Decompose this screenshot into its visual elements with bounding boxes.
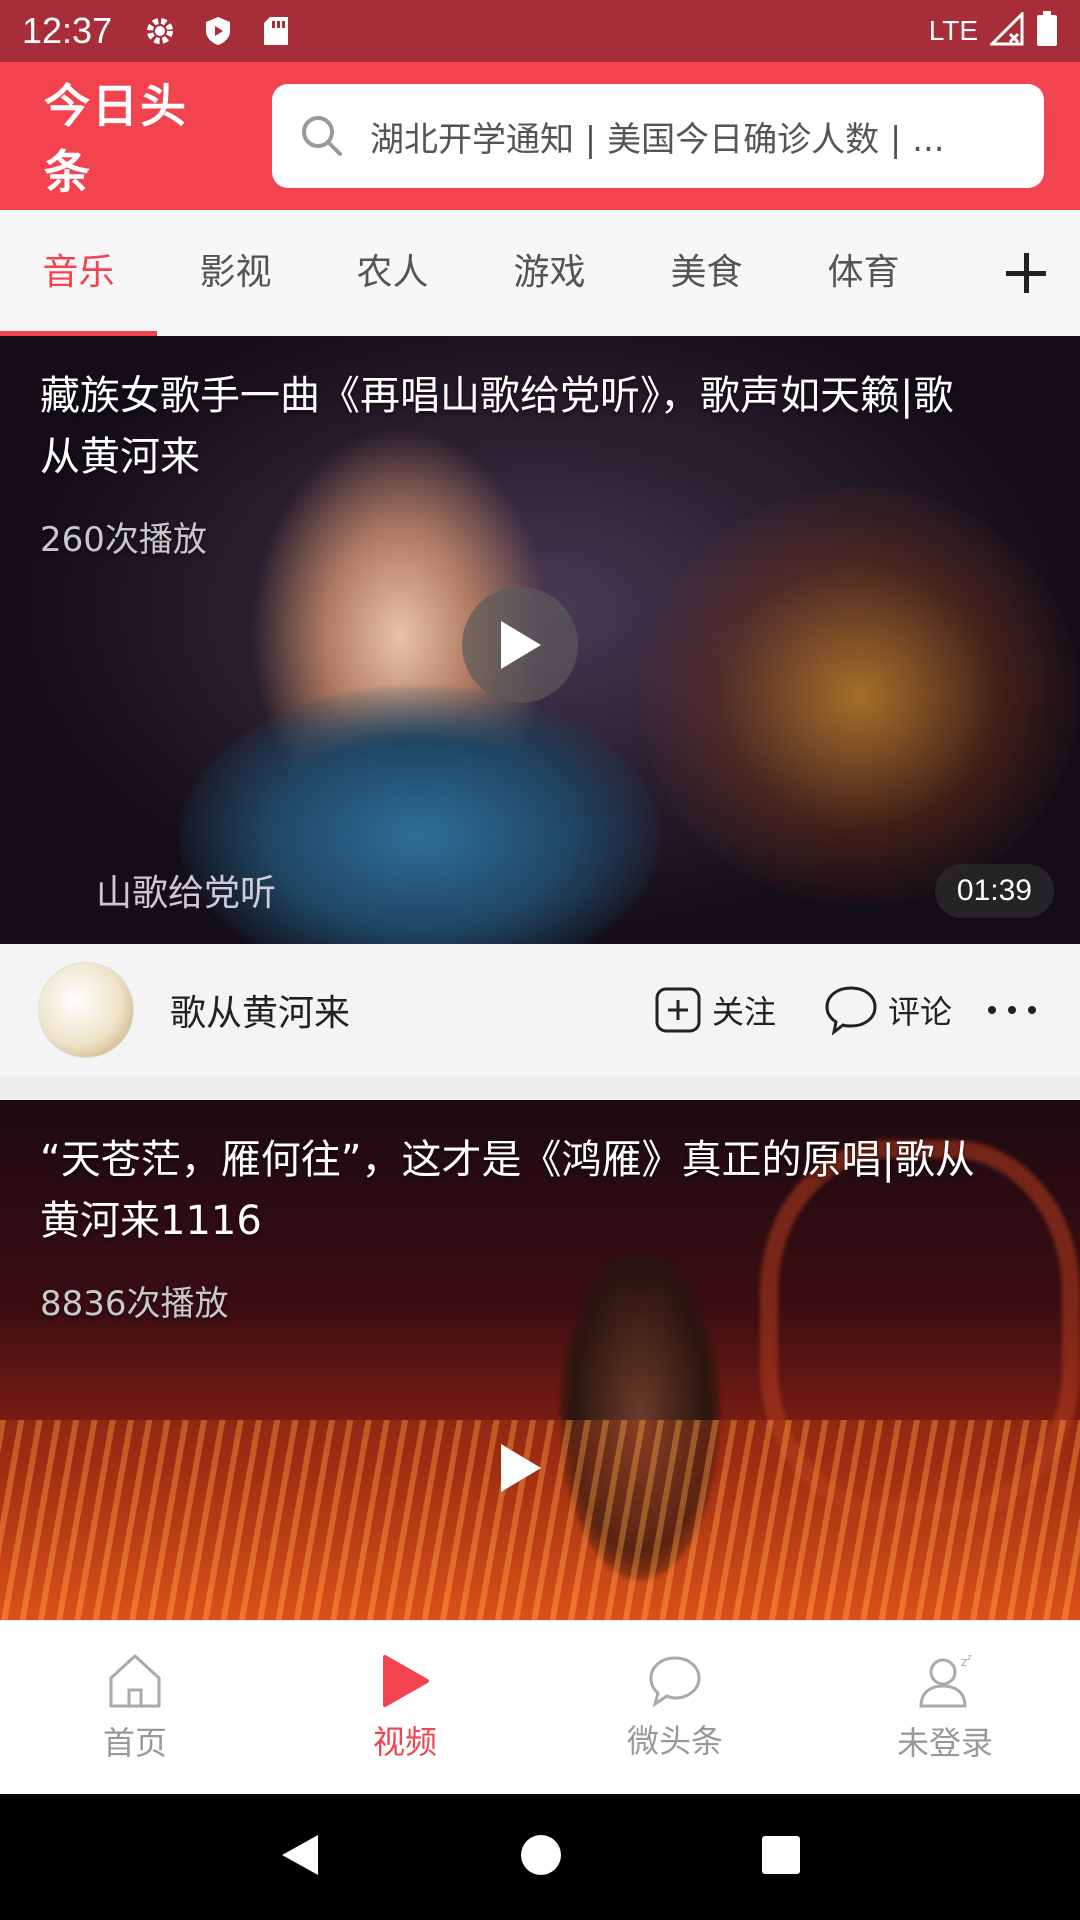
- recents-icon[interactable]: [760, 1834, 802, 1880]
- stage-light: [640, 486, 1080, 906]
- app-header: 今日头条 湖北开学通知 | 美国今日确诊人数 | ...: [0, 62, 1080, 210]
- svg-text:z: z: [967, 1653, 972, 1663]
- video-card-2[interactable]: “天苍茫，雁何往”，这才是《鸿雁》真正的原唱|歌从黄河来1116 8836次播放: [0, 1100, 1080, 1620]
- plus-box-icon: [655, 987, 701, 1033]
- tab-farmer[interactable]: 农人: [314, 210, 471, 336]
- follow-label: 关注: [711, 993, 776, 1031]
- tab-music[interactable]: 音乐: [0, 210, 157, 336]
- tab-sports[interactable]: 体育: [785, 210, 942, 336]
- divider: [0, 1076, 1080, 1100]
- nav-micro-headlines[interactable]: 微头条: [540, 1621, 810, 1794]
- plus-icon[interactable]: [1002, 249, 1050, 297]
- card-actions: 关注 评论: [654, 984, 1042, 1036]
- status-time: 12:37: [22, 10, 113, 51]
- system-navigation: [0, 1794, 1080, 1920]
- nav-label: 微头条: [626, 1721, 723, 1760]
- network-type: LTE: [928, 15, 978, 46]
- search-bar[interactable]: 湖北开学通知 | 美国今日确诊人数 | ...: [272, 84, 1044, 188]
- video-play-icon: [383, 1654, 429, 1707]
- follow-button[interactable]: 关注: [654, 986, 776, 1034]
- nav-label: 视频: [372, 1722, 437, 1761]
- gear-icon: [142, 13, 178, 49]
- play-icon: [501, 1444, 541, 1492]
- nav-profile[interactable]: zz 未登录: [810, 1621, 1080, 1794]
- search-icon: [300, 114, 344, 158]
- comment-icon: [825, 986, 877, 1036]
- shield-icon: [200, 13, 236, 49]
- video-duration: 01:39: [934, 864, 1054, 918]
- tab-film[interactable]: 影视: [157, 210, 314, 336]
- bottom-navigation: 首页 视频 微头条 zz 未登录: [0, 1620, 1080, 1794]
- search-placeholder: 湖北开学通知 | 美国今日确诊人数 | ...: [370, 119, 945, 160]
- nav-label: 未登录: [896, 1723, 993, 1762]
- comment-label: 评论: [887, 993, 952, 1031]
- avatar[interactable]: [38, 962, 134, 1058]
- sd-card-icon: [258, 13, 294, 49]
- video-title: 藏族女歌手一曲《再唱山歌给党听》，歌声如天籁|歌从黄河来: [40, 373, 954, 480]
- signal-icon: [988, 10, 1024, 50]
- play-icon: [501, 621, 541, 669]
- status-right: LTE: [928, 10, 1058, 51]
- nav-home[interactable]: 首页: [0, 1621, 270, 1794]
- comment-button[interactable]: 评论: [824, 984, 952, 1036]
- play-button[interactable]: [462, 1410, 578, 1526]
- video-card-footer: 歌从黄河来 关注 评论: [0, 944, 1080, 1076]
- video-title: “天苍茫，雁何往”，这才是《鸿雁》真正的原唱|歌从黄河来1116: [40, 1137, 975, 1244]
- nav-label: 首页: [102, 1723, 167, 1762]
- tab-games[interactable]: 游戏: [471, 210, 628, 336]
- user-icon: zz: [919, 1653, 972, 1707]
- play-button[interactable]: [462, 587, 578, 703]
- category-tabs: 音乐 影视 农人 游戏 美食 体育: [0, 210, 1080, 336]
- author-name[interactable]: 歌从黄河来: [170, 984, 350, 1036]
- view-count: 8836次播放: [40, 1284, 229, 1324]
- video-card-1[interactable]: 藏族女歌手一曲《再唱山歌给党听》，歌声如天籁|歌从黄河来 260次播放 山歌给党…: [0, 336, 1080, 944]
- app-logo: 今日头条: [44, 79, 188, 199]
- video-caption: 山歌给党听: [96, 873, 277, 914]
- view-count: 260次播放: [40, 520, 207, 560]
- home-circle-icon[interactable]: [519, 1833, 563, 1881]
- status-bar: 12:37 LTE: [0, 0, 1080, 62]
- chat-bubble-icon: [649, 1655, 701, 1707]
- more-options-icon[interactable]: [982, 990, 1042, 1030]
- tab-food[interactable]: 美食: [628, 210, 785, 336]
- back-icon[interactable]: [278, 1831, 322, 1883]
- nav-video[interactable]: 视频: [270, 1621, 540, 1794]
- battery-icon: [1036, 11, 1058, 51]
- home-icon: [109, 1654, 161, 1707]
